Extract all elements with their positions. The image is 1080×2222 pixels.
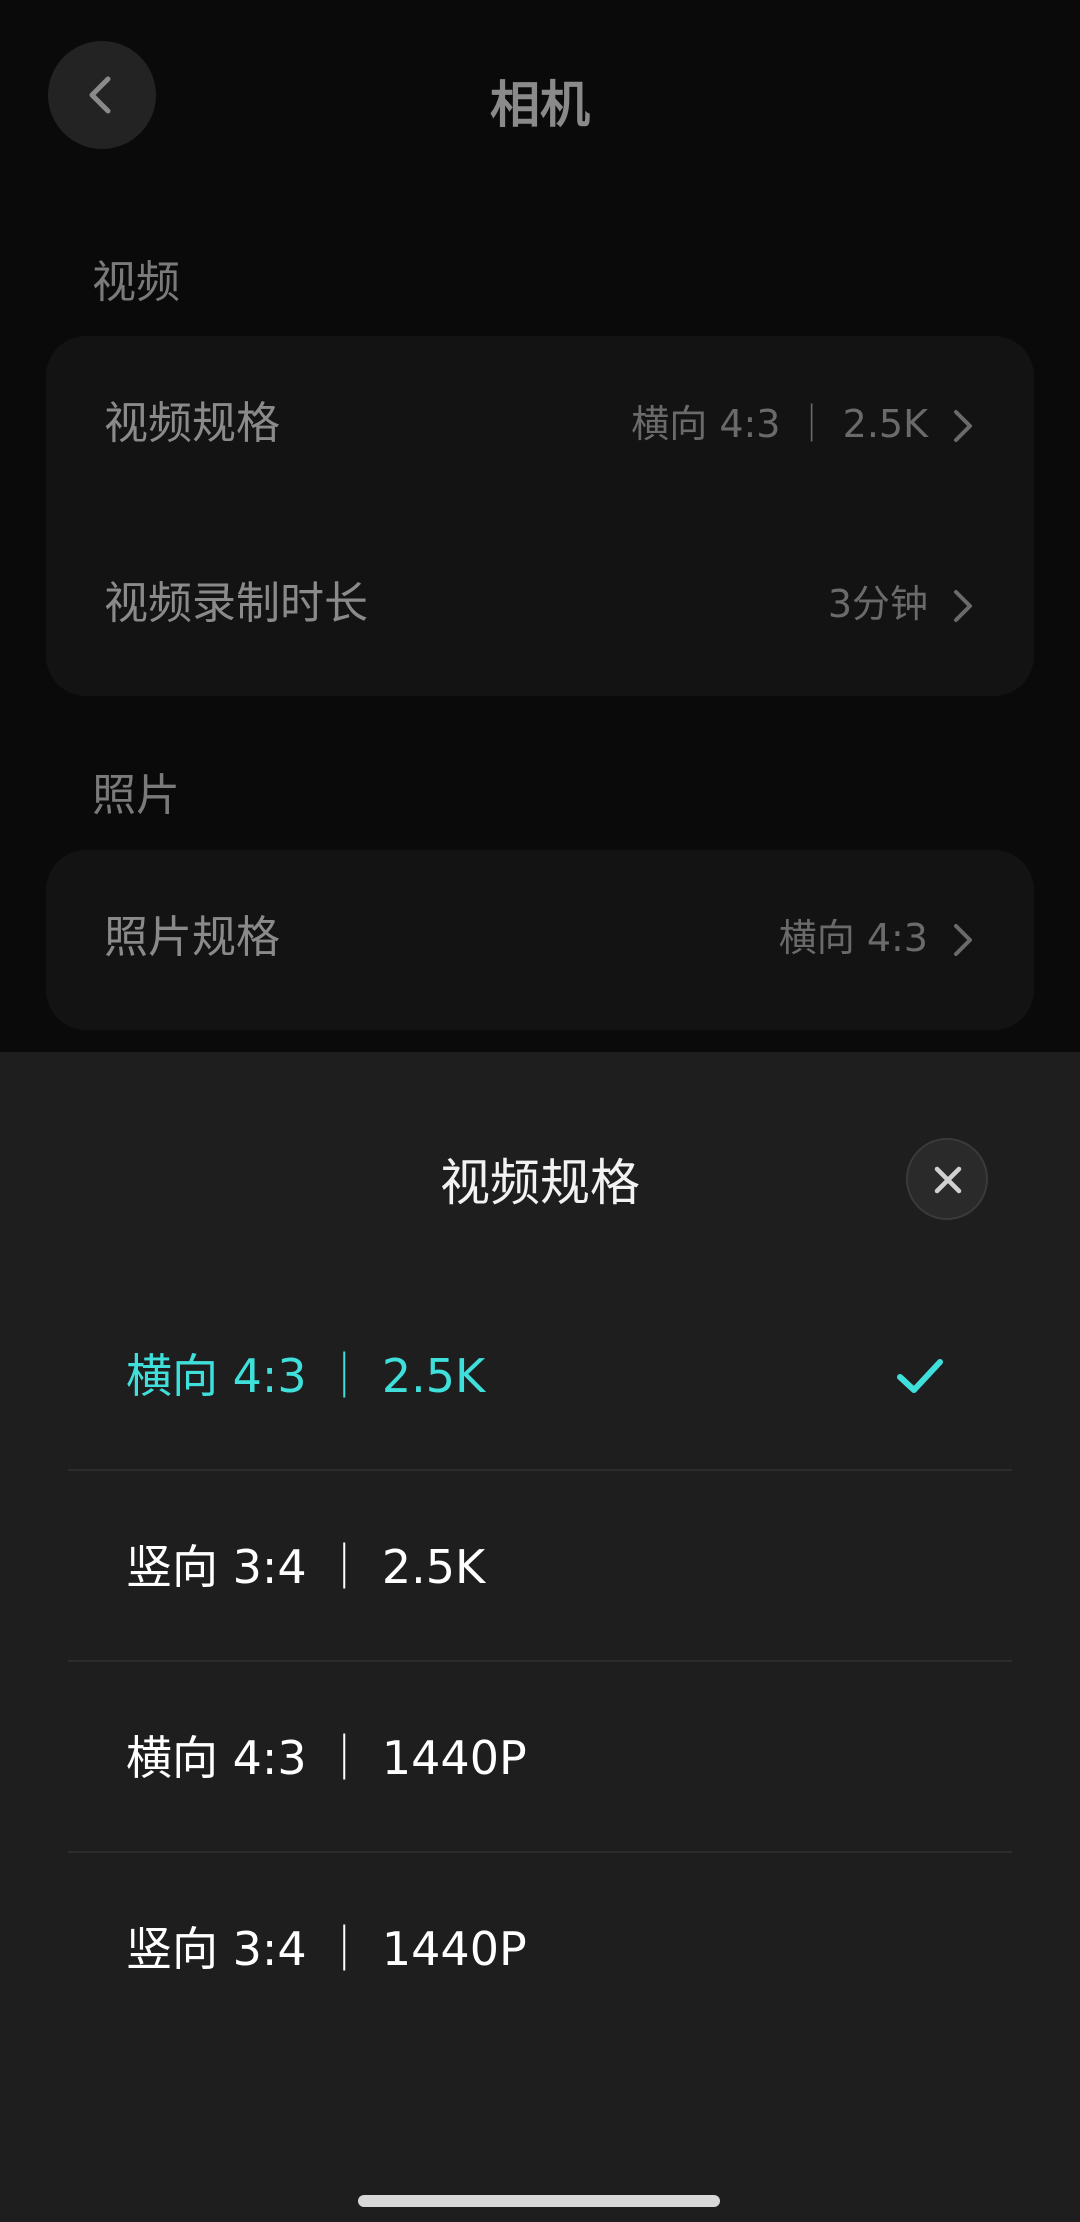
- settings-row-video-duration[interactable]: 视频录制时长 3分钟: [46, 516, 1034, 696]
- option-landscape-4-3-1440p[interactable]: 横向 4:3 ｜ 1440P: [68, 1662, 1012, 1853]
- option-portrait-3-4-2-5k[interactable]: 竖向 3:4 ｜ 2.5K: [68, 1471, 1012, 1662]
- option-label: 竖向 3:4 ｜ 2.5K: [126, 1540, 486, 1594]
- close-icon: [934, 1166, 962, 1194]
- chevron-right-icon: [954, 590, 972, 622]
- option-portrait-3-4-1440p[interactable]: 竖向 3:4 ｜ 1440P: [68, 1853, 1012, 2044]
- option-label: 横向 4:3 ｜ 2.5K: [126, 1349, 486, 1403]
- settings-row-photo-format[interactable]: 照片规格 横向 4:3: [46, 850, 1034, 1030]
- video-settings-card: 视频规格 横向 4:3 ｜ 2.5K 视频录制时长 3分钟: [46, 336, 1034, 696]
- section-label-photo: 照片: [92, 770, 180, 821]
- row-value: 3分钟: [827, 582, 928, 626]
- row-label: 视频规格: [104, 398, 280, 449]
- video-format-bottom-sheet: 视频规格 横向 4:3 ｜ 2.5K 竖向 3:4 ｜ 2.5K 横向 4:3 …: [0, 1052, 1080, 2222]
- chevron-right-icon: [954, 410, 972, 442]
- row-value: 横向 4:3: [778, 916, 928, 960]
- row-label: 照片规格: [104, 912, 280, 963]
- check-icon: [897, 1359, 943, 1393]
- page-title: 相机: [490, 76, 590, 134]
- section-label-video: 视频: [92, 257, 180, 308]
- option-list: 横向 4:3 ｜ 2.5K 竖向 3:4 ｜ 2.5K 横向 4:3 ｜ 144…: [68, 1280, 1012, 2044]
- option-label: 竖向 3:4 ｜ 1440P: [126, 1922, 527, 1976]
- settings-row-video-format[interactable]: 视频规格 横向 4:3 ｜ 2.5K: [46, 336, 1034, 516]
- photo-settings-card: 照片规格 横向 4:3: [46, 850, 1034, 1030]
- option-landscape-4-3-2-5k[interactable]: 横向 4:3 ｜ 2.5K: [68, 1280, 1012, 1471]
- option-label: 横向 4:3 ｜ 1440P: [126, 1731, 527, 1785]
- home-indicator[interactable]: [358, 2195, 720, 2207]
- chevron-right-icon: [954, 924, 972, 956]
- row-label: 视频录制时长: [104, 578, 368, 629]
- header: 相机: [0, 0, 1080, 210]
- row-value: 横向 4:3 ｜ 2.5K: [631, 402, 928, 446]
- close-button[interactable]: [906, 1138, 988, 1220]
- camera-settings-screen: 相机 视频 视频规格 横向 4:3 ｜ 2.5K 视频录制时长 3分钟 照片 照…: [0, 0, 1080, 2222]
